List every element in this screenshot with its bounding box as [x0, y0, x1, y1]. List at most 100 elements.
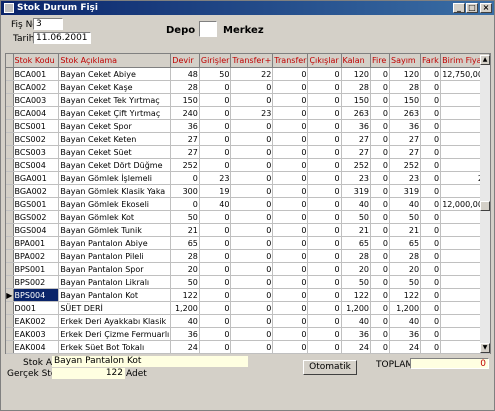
cell-stok-aciklama[interactable]: Bayan Ceket Tek Yırtmaç	[58, 93, 172, 107]
table-row[interactable]: BPA001Bayan Pantalon Abiye6500006506500	[6, 236, 490, 250]
cell-stok-aciklama[interactable]: Erkek Süet Bot Tokalı	[58, 340, 172, 354]
table-cell[interactable]: 0	[272, 340, 309, 354]
cell-stok-kodu[interactable]: BCS002	[13, 132, 60, 146]
table-cell[interactable]: 0	[199, 249, 232, 263]
table-row[interactable]: BPS002 Bayan Pantalon Likralı 50 0 0 0 0 50 0 50 0…	[6, 275, 490, 289]
cell-stok-kodu[interactable]: BCA004	[13, 106, 60, 120]
table-cell[interactable]: 0	[307, 197, 342, 211]
cell-stok-kodu[interactable]: EAK003	[13, 327, 60, 341]
column-header[interactable]: Çıkışlar	[307, 54, 342, 68]
table-cell[interactable]: 24	[170, 340, 200, 354]
table-cell[interactable]: 28	[170, 249, 200, 263]
table-cell[interactable]: 65	[341, 236, 372, 250]
table-cell[interactable]: 0	[420, 93, 442, 107]
table-cell[interactable]: 24	[341, 340, 372, 354]
table-cell[interactable]: 0	[420, 275, 442, 289]
table-cell[interactable]: 50	[389, 275, 422, 289]
table-cell[interactable]: 0	[199, 145, 232, 159]
table-cell[interactable]: 36	[170, 327, 200, 341]
table-cell[interactable]: 0	[307, 132, 342, 146]
column-header[interactable]: Fark	[420, 54, 442, 68]
table-cell[interactable]: 0	[307, 145, 342, 159]
table-cell[interactable]: 0	[272, 236, 309, 250]
close-icon[interactable]: ×	[480, 3, 492, 13]
table-cell[interactable]: 0	[272, 184, 309, 198]
table-cell[interactable]: 0	[230, 340, 274, 354]
table-cell[interactable]: 0	[370, 197, 390, 211]
table-cell[interactable]: 23	[199, 171, 232, 185]
cell-stok-kodu[interactable]: BGA002	[13, 184, 60, 198]
table-cell[interactable]: 0	[272, 119, 309, 133]
table-cell[interactable]: 0	[230, 197, 274, 211]
table-cell[interactable]: 21	[341, 223, 372, 237]
cell-stok-kodu[interactable]: BPA001	[13, 236, 60, 250]
table-cell[interactable]: 0	[420, 262, 442, 276]
column-header[interactable]: Stok Açıklama	[58, 54, 172, 68]
table-cell[interactable]: 20	[170, 262, 200, 276]
table-cell[interactable]: 0	[307, 275, 342, 289]
table-cell[interactable]: 240	[170, 106, 200, 120]
table-row[interactable]: ▶ BPS004 Bayan Pantalon Kot 122 0 0 0 0 122 0 122 0…	[6, 288, 490, 302]
table-cell[interactable]: 0	[272, 93, 309, 107]
table-cell[interactable]: 24	[389, 340, 422, 354]
table-cell[interactable]: 0	[307, 106, 342, 120]
table-cell[interactable]: 0	[272, 223, 309, 237]
minimize-icon[interactable]: _	[453, 3, 465, 13]
table-cell[interactable]: 0	[230, 314, 274, 328]
table-cell[interactable]: 0	[307, 93, 342, 107]
table-cell[interactable]: 40	[389, 197, 422, 211]
table-cell[interactable]: 0	[272, 262, 309, 276]
column-header[interactable]: Sayım	[389, 54, 422, 68]
cell-stok-kodu[interactable]: BCS003	[13, 145, 60, 159]
table-cell[interactable]: 50	[389, 210, 422, 224]
table-row[interactable]: BCS004 Bayan Ceket Dört Düğme 252 0 0 0 0 252 0 2…	[6, 158, 490, 172]
table-cell[interactable]: 27	[341, 145, 372, 159]
table-cell[interactable]: 40	[341, 197, 372, 211]
table-cell[interactable]: 0	[272, 288, 309, 302]
table-cell[interactable]: 120	[341, 67, 372, 81]
table-cell[interactable]: 0	[420, 197, 442, 211]
table-cell[interactable]: 300	[170, 184, 200, 198]
table-cell[interactable]: 122	[389, 288, 422, 302]
table-cell[interactable]: 0	[370, 119, 390, 133]
otomatik-button[interactable]: Otomatik	[303, 360, 357, 375]
cell-stok-aciklama[interactable]: Bayan Ceket Abiye	[58, 67, 172, 81]
cell-stok-kodu[interactable]: BGS002	[13, 210, 60, 224]
table-cell[interactable]: 0	[370, 171, 390, 185]
vertical-scrollbar[interactable]: ▲ ▼	[480, 55, 490, 353]
table-cell[interactable]: 0	[420, 288, 442, 302]
table-cell[interactable]: 0	[199, 314, 232, 328]
cell-stok-aciklama[interactable]: Bayan Ceket Kaşe	[58, 80, 172, 94]
table-cell[interactable]: 0	[420, 210, 442, 224]
table-cell[interactable]: 0	[307, 236, 342, 250]
table-cell[interactable]: 0	[199, 93, 232, 107]
table-cell[interactable]: 27	[341, 132, 372, 146]
table-cell[interactable]: 23	[389, 171, 422, 185]
table-cell[interactable]: 0	[272, 145, 309, 159]
cell-stok-kodu[interactable]: BPS004	[13, 288, 60, 302]
table-cell[interactable]: 0	[199, 80, 232, 94]
tarih-field[interactable]: 11.06.2001	[33, 32, 91, 44]
table-cell[interactable]: 0	[272, 132, 309, 146]
fis-no-field[interactable]: 3	[33, 18, 63, 30]
cell-stok-kodu[interactable]: BCA002	[13, 80, 60, 94]
table-cell[interactable]: 21	[170, 223, 200, 237]
table-cell[interactable]: 0	[307, 171, 342, 185]
table-cell[interactable]: 36	[389, 327, 422, 341]
cell-stok-aciklama[interactable]: Bayan Gömlek İşlemeli	[58, 171, 172, 185]
cell-stok-kodu[interactable]: BGS001	[13, 197, 60, 211]
table-cell[interactable]: 40	[389, 314, 422, 328]
table-cell[interactable]: 0	[230, 119, 274, 133]
table-cell[interactable]: 0	[370, 93, 390, 107]
scroll-thumb[interactable]	[480, 201, 490, 211]
scroll-up-icon[interactable]: ▲	[480, 55, 490, 65]
column-header[interactable]: Transfer+	[230, 54, 274, 68]
table-cell[interactable]: 1,200	[170, 301, 200, 315]
table-cell[interactable]: 27	[170, 145, 200, 159]
table-cell[interactable]: 23	[230, 106, 274, 120]
table-cell[interactable]: 0	[370, 314, 390, 328]
table-row[interactable]: BGA001Bayan Gömlek İşlemeli0230002302302…	[6, 171, 490, 185]
table-cell[interactable]: 0	[420, 171, 442, 185]
cell-stok-aciklama[interactable]: Erkek Deri Çizme Fermuarlı	[58, 327, 172, 341]
table-cell[interactable]: 0	[272, 301, 309, 315]
